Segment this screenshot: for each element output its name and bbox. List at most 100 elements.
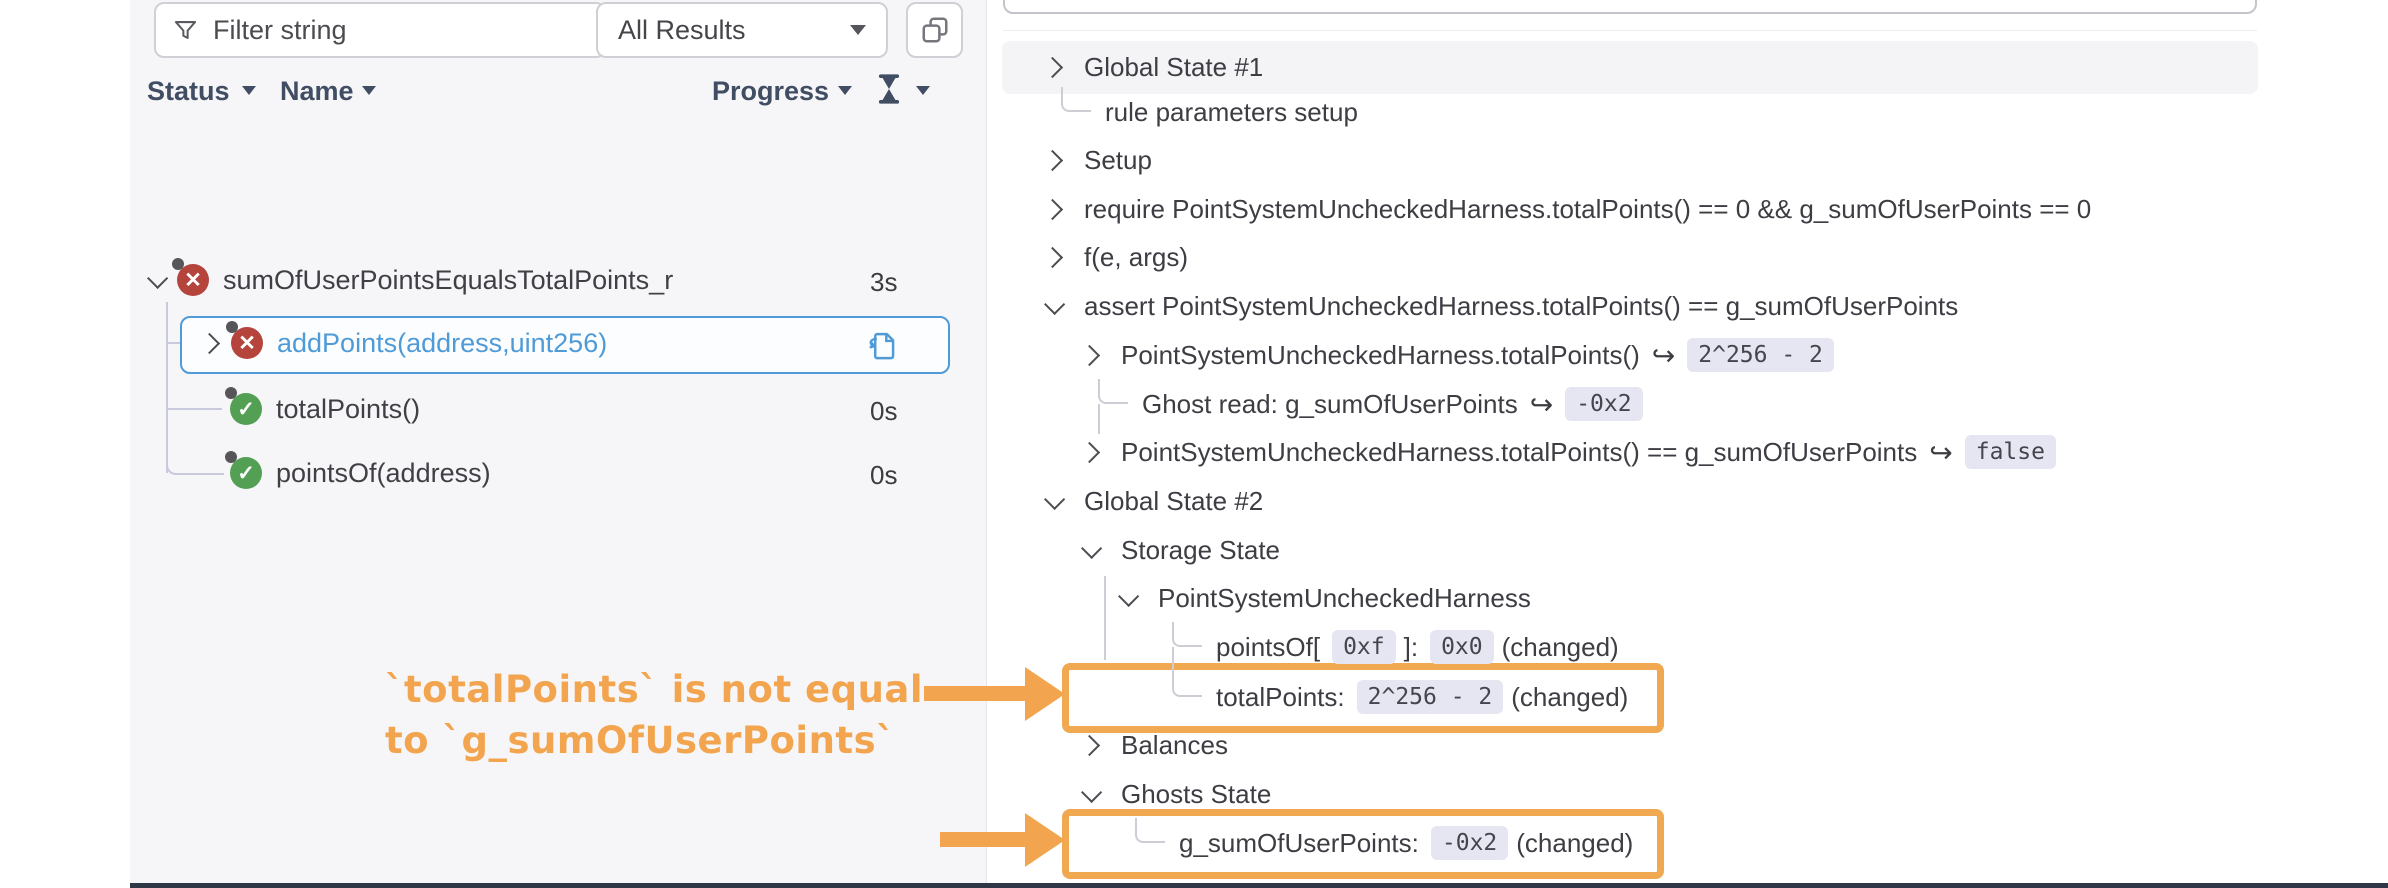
trace-text: Storage State bbox=[1121, 535, 1280, 566]
row-equality-false[interactable]: PointSystemUncheckedHarness.totalPoints(… bbox=[1082, 428, 2056, 476]
column-name[interactable]: Name bbox=[280, 76, 354, 107]
row-rule-parameters-setup[interactable]: rule parameters setup bbox=[1105, 88, 1358, 136]
trace-text: Global State #1 bbox=[1084, 52, 1263, 83]
chevron-right-icon[interactable] bbox=[1042, 198, 1063, 219]
chevron-right-icon[interactable] bbox=[1042, 56, 1063, 77]
copy-results-button[interactable] bbox=[906, 2, 963, 58]
copy-icon bbox=[920, 15, 950, 45]
method-label: addPoints(address,uint256) bbox=[277, 328, 607, 359]
annotation-line-1: `totalPoints` is not equal bbox=[385, 664, 923, 715]
filter-input-box[interactable] bbox=[154, 2, 606, 58]
chevron-right-icon[interactable] bbox=[1079, 344, 1100, 365]
column-progress[interactable]: Progress bbox=[712, 76, 829, 107]
trace-text: g_sumOfUserPoints: bbox=[1179, 828, 1419, 859]
chevron-right-icon[interactable] bbox=[1079, 441, 1100, 462]
trace-toolbar-fragment bbox=[1003, 0, 2257, 14]
returns-arrow-icon: ↪ bbox=[1530, 388, 1553, 421]
row-assert[interactable]: assert PointSystemUncheckedHarness.total… bbox=[1045, 282, 1958, 330]
chevron-down-icon[interactable] bbox=[147, 267, 168, 288]
method-row-totalpoints[interactable]: ✓ totalPoints() bbox=[230, 387, 420, 431]
tree-connector bbox=[166, 342, 180, 344]
tree-connector bbox=[168, 408, 222, 410]
trace-text: Setup bbox=[1084, 145, 1152, 176]
trace-text: assert PointSystemUncheckedHarness.total… bbox=[1084, 291, 1958, 322]
value-badge: -0x2 bbox=[1431, 826, 1508, 860]
rule-row[interactable]: ✕ sumOfUserPointsEqualsTotalPoints_r bbox=[148, 258, 673, 302]
row-balances[interactable]: Balances bbox=[1082, 721, 1228, 769]
value-badge: 0xf bbox=[1332, 630, 1396, 664]
filter-input[interactable] bbox=[211, 14, 588, 47]
hourglass-icon[interactable] bbox=[878, 74, 900, 111]
row-ghost-read[interactable]: Ghost read: g_sumOfUserPoints ↪ -0x2 bbox=[1142, 380, 1643, 428]
chevron-down-icon bbox=[850, 25, 866, 35]
duration-sort-icon[interactable] bbox=[916, 86, 930, 95]
row-pointsof-changed[interactable]: pointsOf[ 0xf]: 0x0 (changed) bbox=[1216, 623, 1619, 671]
chevron-down-icon[interactable] bbox=[1081, 781, 1102, 802]
row-gsum-changed[interactable]: g_sumOfUserPoints: -0x2 (changed) bbox=[1179, 819, 1633, 867]
violated-status-icon: ✕ bbox=[231, 327, 263, 359]
progress-sort-icon[interactable] bbox=[838, 86, 852, 95]
column-status[interactable]: Status bbox=[147, 76, 230, 107]
trace-text: PointSystemUncheckedHarness.totalPoints(… bbox=[1121, 437, 1917, 468]
chevron-right-icon[interactable] bbox=[1042, 246, 1063, 267]
violation-annotation: `totalPoints` is not equal to `g_sumOfUs… bbox=[385, 664, 923, 766]
trace-text: pointsOf[ bbox=[1216, 632, 1320, 663]
value-badge: 2^256 - 2 bbox=[1357, 680, 1504, 714]
trace-text: Balances bbox=[1121, 730, 1228, 761]
chevron-down-icon[interactable] bbox=[1081, 537, 1102, 558]
chevron-down-icon[interactable] bbox=[1118, 585, 1139, 606]
callout-arrow-shaft bbox=[940, 832, 1026, 847]
trace-text: f(e, args) bbox=[1084, 242, 1188, 273]
name-sort-icon[interactable] bbox=[362, 86, 376, 95]
rule-duration: 3s bbox=[870, 267, 897, 298]
chevron-right-icon[interactable] bbox=[199, 332, 220, 353]
trace-text: (changed) bbox=[1502, 632, 1619, 663]
value-badge: -0x2 bbox=[1565, 387, 1642, 421]
trace-text: Ghosts State bbox=[1121, 779, 1271, 810]
trace-text: (changed) bbox=[1511, 682, 1628, 713]
rule-label: sumOfUserPointsEqualsTotalPoints_r bbox=[223, 265, 673, 296]
returns-arrow-icon: ↪ bbox=[1929, 436, 1952, 469]
tree-column-headers: Status Name Progress bbox=[130, 76, 986, 112]
method-row-pointsof[interactable]: ✓ pointsOf(address) bbox=[230, 451, 491, 495]
results-filter-dropdown[interactable]: All Results bbox=[596, 2, 888, 58]
trace-text: Global State #2 bbox=[1084, 486, 1263, 517]
chevron-down-icon[interactable] bbox=[1044, 488, 1065, 509]
trace-text: PointSystemUncheckedHarness bbox=[1158, 583, 1531, 614]
row-require[interactable]: require PointSystemUncheckedHarness.tota… bbox=[1045, 185, 2091, 233]
chevron-right-icon[interactable] bbox=[1042, 149, 1063, 170]
row-f-e-args[interactable]: f(e, args) bbox=[1045, 233, 1188, 281]
annotation-line-2: to `g_sumOfUserPoints` bbox=[385, 715, 923, 766]
chevron-down-icon[interactable] bbox=[1044, 293, 1065, 314]
trace-text: ]: bbox=[1404, 632, 1418, 663]
trace-text: rule parameters setup bbox=[1105, 97, 1358, 128]
method-label: totalPoints() bbox=[276, 394, 420, 425]
callout-arrow-shaft bbox=[924, 686, 1026, 701]
row-setup[interactable]: Setup bbox=[1045, 136, 1152, 184]
status-sort-icon[interactable] bbox=[242, 86, 256, 95]
bottom-edge-bar bbox=[130, 883, 2388, 888]
row-totalpoints-return[interactable]: PointSystemUncheckedHarness.totalPoints(… bbox=[1082, 331, 1834, 379]
verified-status-icon: ✓ bbox=[230, 457, 262, 489]
chevron-right-icon[interactable] bbox=[1079, 734, 1100, 755]
row-global-state-2[interactable]: Global State #2 bbox=[1045, 477, 1263, 525]
trace-text: (changed) bbox=[1516, 828, 1633, 859]
trace-text: totalPoints: bbox=[1216, 682, 1345, 713]
row-ghosts-state[interactable]: Ghosts State bbox=[1082, 770, 1271, 818]
method-row-addpoints[interactable]: ✕ addPoints(address,uint256) bbox=[202, 321, 607, 365]
verification-report-app: All Results Status Name Progress bbox=[0, 0, 2388, 888]
filter-funnel-icon bbox=[172, 17, 199, 44]
returns-arrow-icon: ↪ bbox=[1652, 339, 1675, 372]
trace-text: Ghost read: g_sumOfUserPoints bbox=[1142, 389, 1518, 420]
value-badge: 0x0 bbox=[1430, 630, 1494, 664]
results-filter-value: All Results bbox=[618, 15, 850, 46]
trace-text: require PointSystemUncheckedHarness.tota… bbox=[1084, 194, 2091, 225]
method-duration: 0s bbox=[870, 396, 897, 427]
row-storage-state[interactable]: Storage State bbox=[1082, 526, 1280, 574]
row-global-state-1[interactable]: Global State #1 bbox=[1045, 43, 1263, 91]
open-report-icon[interactable] bbox=[866, 326, 898, 367]
row-totalpoints-changed[interactable]: totalPoints: 2^256 - 2(changed) bbox=[1216, 673, 1628, 721]
value-badge: false bbox=[1965, 435, 2056, 469]
row-harness[interactable]: PointSystemUncheckedHarness bbox=[1119, 574, 1531, 622]
verified-status-icon: ✓ bbox=[230, 393, 262, 425]
